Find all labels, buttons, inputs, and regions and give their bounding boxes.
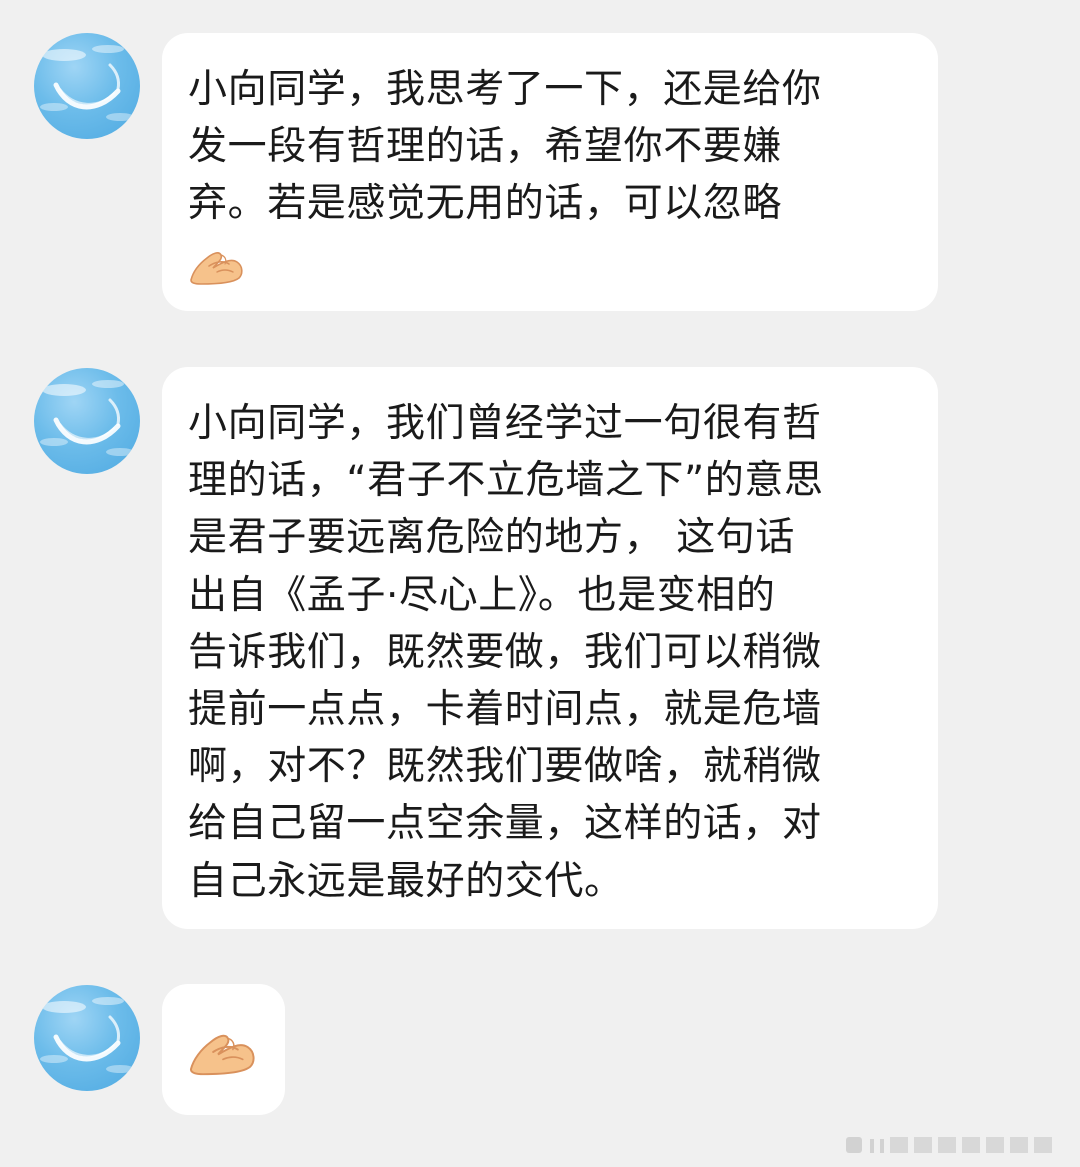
message-line: 自己永远是最好的交代。 xyxy=(188,858,624,904)
message-line: 提前一点点，卡着时间点，就是危墙 xyxy=(188,687,822,733)
message-line: 是君子要远离危险的地方， 这句话 xyxy=(188,515,795,561)
blue-sky-avatar-icon xyxy=(34,33,140,139)
watermark xyxy=(846,1137,1052,1153)
blue-sky-avatar-icon xyxy=(34,368,140,474)
message-text: 小向同学，我们曾经学过一句很有哲 理的话，“君子不立危墙之下”的意思 是君子要远… xyxy=(188,395,918,910)
message-line: 理的话，“君子不立危墙之下”的意思 xyxy=(188,458,824,504)
contact-avatar-icon[interactable] xyxy=(34,368,140,474)
contact-avatar-icon[interactable] xyxy=(34,33,140,139)
message-line: 出自《孟子·尽心上》。也是变相的 xyxy=(188,572,776,618)
contact-avatar-icon[interactable] xyxy=(34,985,140,1091)
message-line: 给自己留一点空余量，这样的话，对 xyxy=(188,801,822,847)
folded-hands-emoji-icon xyxy=(186,246,248,286)
folded-hands-emoji-icon xyxy=(186,1027,260,1077)
message-line: 弃。若是感觉无用的话，可以忽略 xyxy=(188,181,783,227)
message-line: 小向同学，我思考了一下，还是给你 xyxy=(188,67,822,112)
message-text: 小向同学，我思考了一下，还是给你 发一段有哲理的话，希望你不要嫌 弃。若是感觉无… xyxy=(188,61,918,233)
message-line: 发一段有哲理的话，希望你不要嫌 xyxy=(188,124,783,170)
message-line: 小向同学，我们曾经学过一句很有哲 xyxy=(188,401,822,446)
blue-sky-avatar-icon xyxy=(34,985,140,1091)
message-line: 告诉我们，既然要做，我们可以稍微 xyxy=(188,629,822,675)
message-line: 啊，对不？既然我们要做啥，就稍微 xyxy=(188,744,822,790)
